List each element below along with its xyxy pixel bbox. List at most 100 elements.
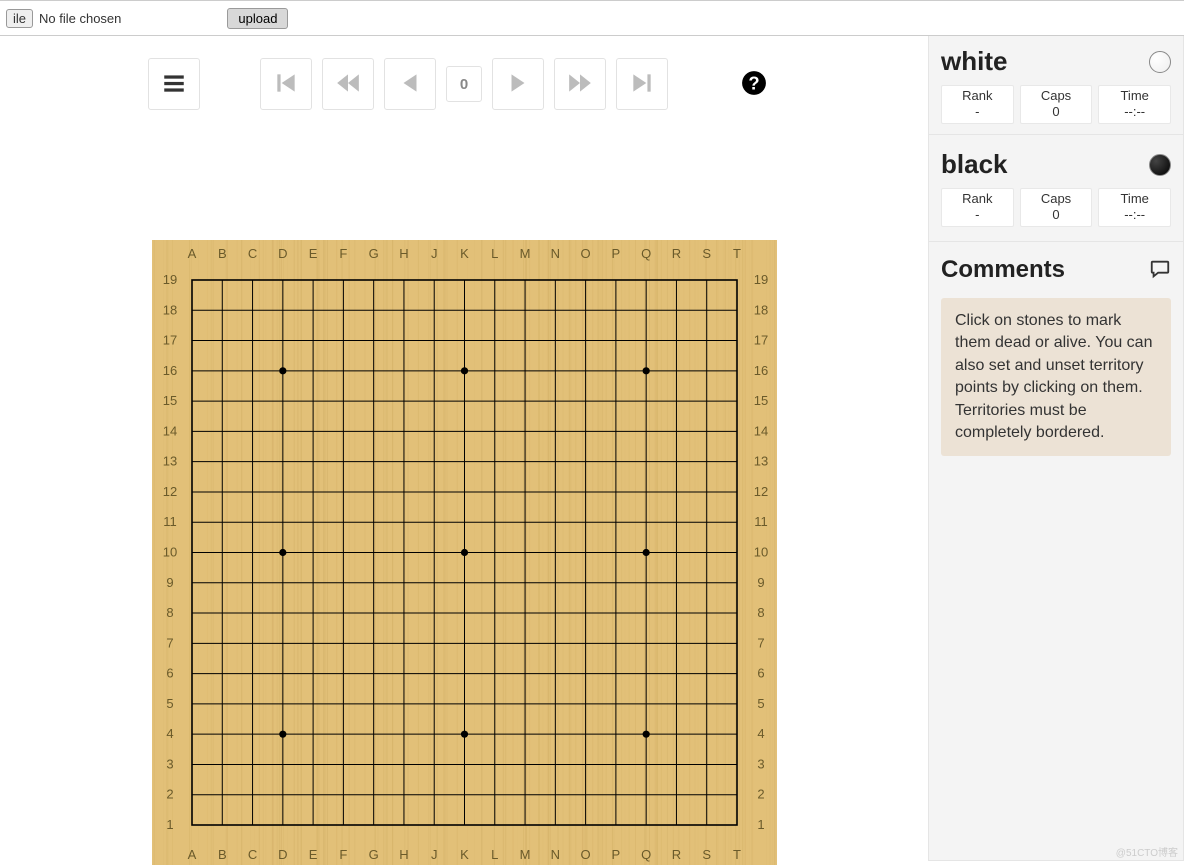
- skip-forward-icon: [629, 70, 655, 99]
- last-move-button[interactable]: [616, 58, 668, 110]
- svg-text:7: 7: [757, 635, 764, 650]
- white-caps-cell: Caps 0: [1020, 85, 1093, 124]
- svg-text:13: 13: [162, 454, 176, 469]
- go-board-container: AABBCCDDEEFFGGHHJJKKLLMMNNOOPPQQRRSSTT19…: [0, 240, 928, 865]
- white-time-cell: Time --:--: [1098, 85, 1171, 124]
- fast-backward-icon: [335, 70, 361, 99]
- svg-text:E: E: [308, 246, 317, 261]
- black-rank-cell: Rank -: [941, 188, 1014, 227]
- white-rank-value: -: [942, 104, 1013, 119]
- comments-title: Comments: [941, 256, 1065, 284]
- svg-text:F: F: [339, 246, 347, 261]
- step-backward-button[interactable]: [384, 58, 436, 110]
- svg-text:2: 2: [757, 787, 764, 802]
- black-player-header: black: [941, 149, 1171, 180]
- svg-text:6: 6: [166, 666, 173, 681]
- svg-text:10: 10: [162, 545, 176, 560]
- svg-text:L: L: [491, 847, 498, 862]
- svg-text:E: E: [308, 847, 317, 862]
- svg-text:15: 15: [753, 393, 767, 408]
- svg-text:J: J: [430, 847, 437, 862]
- first-move-button[interactable]: [260, 58, 312, 110]
- svg-text:C: C: [247, 847, 256, 862]
- black-player-block: black Rank - Caps 0 Time --:--: [929, 134, 1183, 231]
- white-time-value: --:--: [1099, 104, 1170, 119]
- navigation-toolbar: 0 ?: [0, 58, 928, 110]
- svg-text:P: P: [611, 847, 620, 862]
- white-player-block: white Rank - Caps 0 Time --:--: [929, 36, 1183, 128]
- svg-text:1: 1: [757, 817, 764, 832]
- watermark: @51CTO博客: [1116, 844, 1178, 859]
- svg-text:7: 7: [166, 635, 173, 650]
- svg-text:16: 16: [753, 363, 767, 378]
- svg-text:3: 3: [166, 756, 173, 771]
- svg-text:17: 17: [162, 333, 176, 348]
- svg-text:2: 2: [166, 787, 173, 802]
- black-time-value: --:--: [1099, 207, 1170, 222]
- chat-icon[interactable]: [1149, 258, 1171, 283]
- fast-forward-button[interactable]: [554, 58, 606, 110]
- svg-text:14: 14: [162, 423, 176, 438]
- black-time-label: Time: [1099, 191, 1170, 206]
- svg-text:B: B: [217, 847, 226, 862]
- svg-text:12: 12: [753, 484, 767, 499]
- svg-text:15: 15: [162, 393, 176, 408]
- menu-button[interactable]: [148, 58, 200, 110]
- file-status-text: No file chosen: [39, 11, 121, 26]
- svg-text:G: G: [368, 246, 378, 261]
- svg-text:4: 4: [166, 726, 173, 741]
- svg-text:D: D: [278, 246, 287, 261]
- help-button[interactable]: ?: [728, 58, 780, 110]
- help-icon: ?: [741, 70, 767, 99]
- svg-text:18: 18: [753, 302, 767, 317]
- play-back-icon: [397, 70, 423, 99]
- svg-text:1: 1: [166, 817, 173, 832]
- fast-backward-button[interactable]: [322, 58, 374, 110]
- svg-text:Q: Q: [641, 847, 651, 862]
- svg-text:8: 8: [166, 605, 173, 620]
- svg-text:B: B: [217, 246, 226, 261]
- black-caps-label: Caps: [1021, 191, 1092, 206]
- svg-text:18: 18: [162, 302, 176, 317]
- upload-button[interactable]: upload: [227, 8, 288, 29]
- white-player-name: white: [941, 46, 1007, 77]
- svg-text:5: 5: [166, 696, 173, 711]
- svg-text:19: 19: [753, 272, 767, 287]
- svg-text:M: M: [519, 246, 530, 261]
- svg-text:C: C: [247, 246, 256, 261]
- svg-text:12: 12: [162, 484, 176, 499]
- svg-text:10: 10: [753, 545, 767, 560]
- comment-text: Click on stones to mark them dead or ali…: [941, 298, 1171, 456]
- black-time-cell: Time --:--: [1098, 188, 1171, 227]
- svg-text:O: O: [580, 847, 590, 862]
- step-forward-button[interactable]: [492, 58, 544, 110]
- svg-text:11: 11: [163, 514, 177, 529]
- svg-text:S: S: [702, 246, 711, 261]
- choose-file-button[interactable]: ile: [6, 9, 33, 28]
- black-caps-value: 0: [1021, 207, 1092, 222]
- svg-text:9: 9: [757, 575, 764, 590]
- svg-text:P: P: [611, 246, 620, 261]
- svg-text:9: 9: [166, 575, 173, 590]
- svg-text:5: 5: [757, 696, 764, 711]
- svg-text:16: 16: [162, 363, 176, 378]
- white-rank-label: Rank: [942, 88, 1013, 103]
- svg-text:?: ?: [748, 72, 759, 93]
- svg-text:F: F: [339, 847, 347, 862]
- black-stone-icon: [1149, 154, 1171, 176]
- svg-text:13: 13: [753, 454, 767, 469]
- black-rank-label: Rank: [942, 191, 1013, 206]
- sidebar: white Rank - Caps 0 Time --:--: [928, 36, 1184, 861]
- go-board[interactable]: AABBCCDDEEFFGGHHJJKKLLMMNNOOPPQQRRSSTT19…: [152, 240, 777, 865]
- svg-text:M: M: [519, 847, 530, 862]
- svg-text:J: J: [430, 246, 437, 261]
- topbar: ile No file chosen upload: [0, 0, 1184, 36]
- svg-text:K: K: [460, 246, 469, 261]
- skip-back-icon: [273, 70, 299, 99]
- white-time-label: Time: [1099, 88, 1170, 103]
- svg-text:H: H: [399, 847, 408, 862]
- black-player-name: black: [941, 149, 1008, 180]
- svg-text:D: D: [278, 847, 287, 862]
- svg-text:S: S: [702, 847, 711, 862]
- play-forward-icon: [505, 70, 531, 99]
